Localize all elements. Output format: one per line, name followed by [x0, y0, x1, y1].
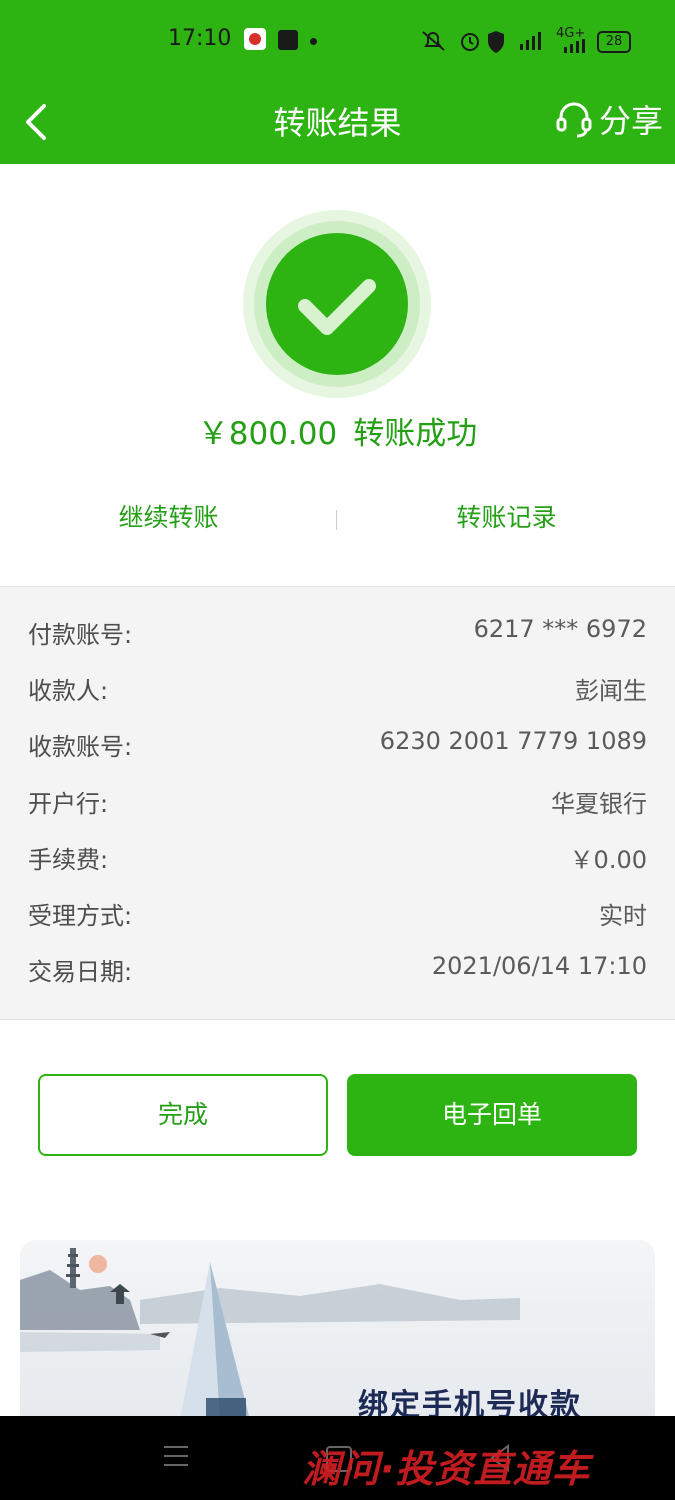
detail-row-fee: 手续费: ￥0.00 — [28, 840, 647, 880]
detail-label: 开户行: — [28, 790, 109, 818]
detail-row-payee-account: 收款账号: 6230 2001 7779 1089 — [28, 727, 647, 767]
detail-row-method: 受理方式: 实时 — [28, 896, 647, 936]
watermark-logo: 澜问·投资直通车 — [302, 1447, 591, 1491]
detail-row-date: 交易日期: 2021/06/14 17:10 — [28, 952, 647, 992]
transfer-details: 付款账号: 6217 *** 6972 收款人: 彭闻生 收款账号: 6230 … — [0, 586, 675, 1020]
detail-row-bank: 开户行: 华夏银行 — [28, 784, 647, 824]
detail-label: 受理方式: — [28, 902, 133, 930]
security-shield-icon — [486, 30, 506, 58]
detail-value: 彭闻生 — [575, 677, 647, 705]
battery-icon: 28 — [597, 31, 631, 53]
detail-value: 6230 2001 7779 1089 — [379, 727, 647, 755]
done-button[interactable]: 完成 — [38, 1074, 328, 1156]
detail-label: 收款人: — [28, 677, 109, 705]
share-button[interactable]: 分享 — [555, 96, 663, 142]
success-check-icon — [243, 210, 431, 398]
detail-value: 2021/06/14 17:10 — [431, 952, 647, 980]
transfer-result-text: ￥800.00 转账成功 — [0, 408, 675, 453]
detail-label: 手续费: — [28, 846, 109, 874]
transfer-status: 转账成功 — [353, 416, 478, 452]
detail-value: 华夏银行 — [551, 790, 647, 818]
detail-label: 收款账号: — [28, 733, 133, 761]
message-notification-icon — [278, 30, 298, 50]
detail-row-payer-account: 付款账号: 6217 *** 6972 — [28, 615, 647, 655]
mute-icon — [420, 30, 450, 56]
detail-value: 6217 *** 6972 — [473, 615, 647, 643]
status-bar: 17:10 4G+ 28 — [0, 0, 675, 84]
app-notification-icon — [244, 28, 266, 50]
transfer-records-link[interactable]: 转账记录 — [338, 498, 675, 534]
e-receipt-button[interactable]: 电子回单 — [347, 1074, 637, 1156]
signal-1-icon — [510, 30, 544, 56]
alarm-icon — [458, 30, 482, 56]
detail-value: ￥0.00 — [569, 846, 647, 874]
detail-label: 交易日期: — [28, 958, 133, 986]
headset-icon — [556, 102, 592, 138]
result-section: ￥800.00 转账成功 继续转账 转账记录 — [0, 164, 675, 586]
banner-text: 绑定手机号收款 — [358, 1388, 582, 1420]
divider — [336, 510, 337, 530]
promo-banner[interactable]: 绑定手机号收款 — [20, 1240, 655, 1420]
menu-icon[interactable] — [164, 1446, 188, 1468]
continue-transfer-link[interactable]: 继续转账 — [0, 498, 337, 534]
status-time: 17:10 — [168, 26, 232, 51]
signal-2-icon — [562, 38, 588, 57]
transfer-amount: ￥800.00 — [197, 416, 338, 452]
detail-row-payee: 收款人: 彭闻生 — [28, 671, 647, 711]
share-label: 分享 — [598, 102, 663, 140]
more-notifications-icon — [310, 38, 317, 45]
detail-label: 付款账号: — [28, 621, 133, 649]
top-navigation-bar: 转账结果 分享 — [0, 84, 675, 164]
result-actions: 继续转账 转账记录 — [0, 498, 675, 542]
detail-value: 实时 — [599, 902, 647, 930]
